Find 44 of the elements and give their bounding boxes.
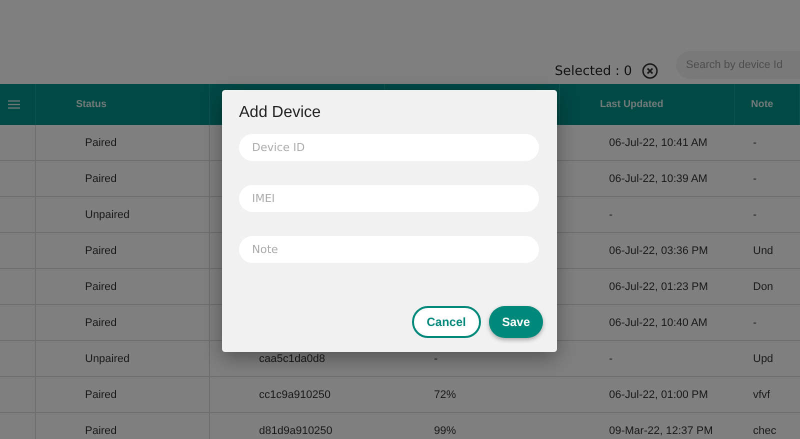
table-cell: - bbox=[560, 341, 735, 377]
table-cell: 09-Mar-22, 12:37 PM bbox=[560, 413, 735, 439]
table-cell: - bbox=[735, 125, 800, 161]
row-select-cell bbox=[0, 125, 36, 161]
table-cell: 06-Jul-22, 10:39 AM bbox=[560, 161, 735, 197]
column-header[interactable]: Last Updated bbox=[560, 84, 735, 125]
table-cell: Und bbox=[735, 233, 800, 269]
table-cell: - bbox=[735, 305, 800, 341]
table-cell: 06-Jul-22, 10:41 AM bbox=[560, 125, 735, 161]
column-header[interactable]: Note bbox=[735, 84, 800, 125]
table-cell: 06-Jul-22, 10:40 AM bbox=[560, 305, 735, 341]
table-cell: Paired bbox=[36, 161, 210, 197]
table-cell: vfvf bbox=[735, 377, 800, 413]
input-field[interactable]: IMEI bbox=[239, 185, 539, 212]
table-cell: Paired bbox=[36, 125, 210, 161]
menu-icon[interactable] bbox=[8, 100, 20, 109]
table-cell: 06-Jul-22, 01:23 PM bbox=[560, 269, 735, 305]
table-cell: - bbox=[735, 197, 800, 233]
clear-icon[interactable] bbox=[642, 63, 658, 79]
table-cell: Unpaired bbox=[36, 341, 210, 377]
save-button[interactable]: Save bbox=[488, 306, 543, 338]
table-cell: Unpaired bbox=[36, 197, 210, 233]
table-cell: Don bbox=[735, 269, 800, 305]
table-cell: 06-Jul-22, 01:00 PM bbox=[560, 377, 735, 413]
table-cell: Paired bbox=[36, 305, 210, 341]
selected-count: Selected : 0 bbox=[554, 64, 632, 79]
table-cell: 06-Jul-22, 03:36 PM bbox=[560, 233, 735, 269]
table-cell: chec bbox=[735, 413, 800, 439]
input-field[interactable]: Device ID bbox=[239, 134, 539, 161]
table-cell: Paired bbox=[36, 413, 210, 439]
table-cell: Upd bbox=[735, 341, 800, 377]
dialog-title: Add Device bbox=[239, 104, 322, 122]
table-cell: d81d9a910250 bbox=[210, 413, 385, 439]
column-header[interactable]: Status bbox=[36, 84, 210, 125]
table-cell: cc1c9a910250 bbox=[210, 377, 385, 413]
table-cell: Paired bbox=[36, 269, 210, 305]
table-cell: - bbox=[735, 161, 800, 197]
table-cell: Paired bbox=[36, 233, 210, 269]
input-field[interactable]: Note bbox=[239, 236, 539, 263]
cancel-button[interactable]: Cancel bbox=[412, 306, 481, 338]
table-cell: 72% bbox=[385, 377, 560, 413]
table-cell: 99% bbox=[385, 413, 560, 439]
table-cell: Paired bbox=[36, 377, 210, 413]
table-cell: - bbox=[560, 197, 735, 233]
